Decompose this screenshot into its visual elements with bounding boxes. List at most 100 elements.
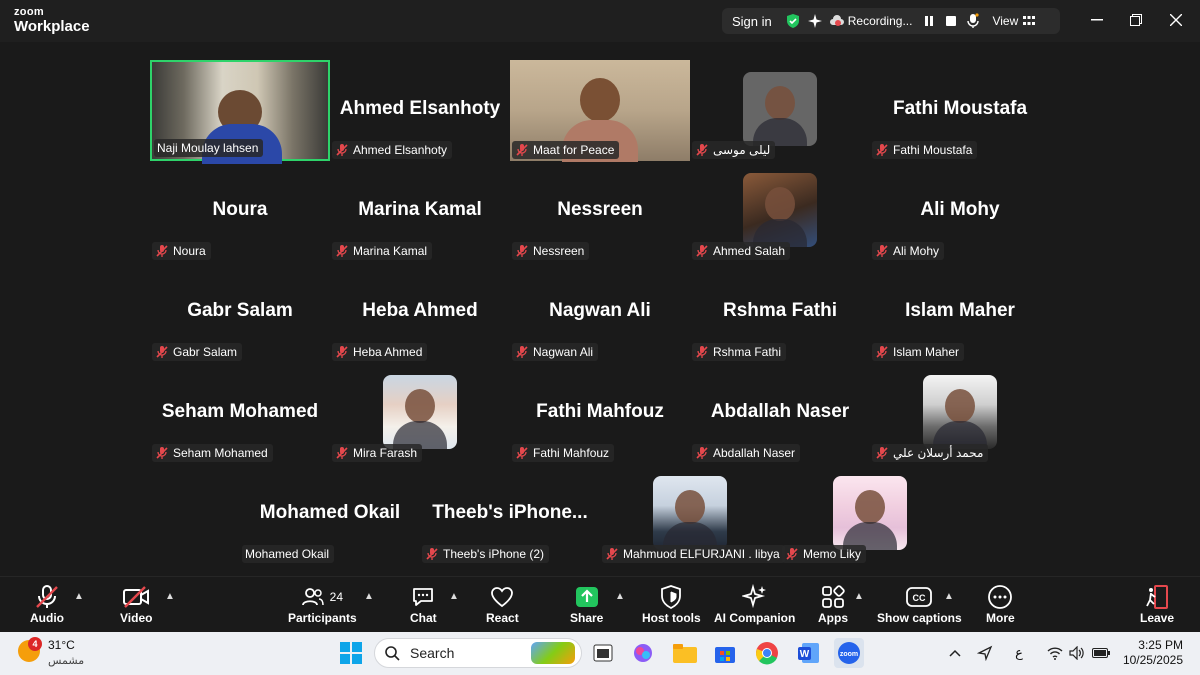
sign-in-button[interactable]: Sign in [722, 14, 782, 29]
restore-icon[interactable] [1128, 12, 1144, 28]
location-icon[interactable] [970, 638, 1000, 668]
participant-name: Mahmuod ELFURJANI . libya [623, 547, 780, 561]
windows-start-icon[interactable] [336, 638, 366, 668]
participant-tile[interactable]: Ahmed Elsanhoty Ahmed Elsanhoty [330, 60, 510, 161]
participant-display-name: Gabr Salam [187, 300, 293, 321]
chat-options-caret[interactable]: ▲ [449, 591, 459, 602]
participant-tile[interactable]: ليلى موسى [690, 60, 870, 161]
minimize-icon[interactable] [1089, 12, 1105, 28]
copilot-icon[interactable] [628, 638, 658, 668]
ai-sparkle-icon[interactable] [804, 13, 826, 29]
close-icon[interactable] [1168, 12, 1184, 28]
heart-icon [490, 583, 514, 611]
apps-icon [821, 583, 845, 611]
audio-options-caret[interactable]: ▲ [74, 591, 84, 602]
mic-muted-icon [335, 143, 349, 157]
participant-display-name: Abdallah Naser [710, 401, 850, 422]
weather-temperature[interactable]: 31°C [48, 638, 75, 652]
grid-view-icon[interactable] [1018, 16, 1040, 26]
participant-tile[interactable]: Abdallah Naser Abdallah Naser [690, 363, 870, 464]
host-tools-button[interactable]: Host tools [642, 583, 701, 625]
word-icon[interactable]: W [794, 638, 824, 668]
input-language[interactable]: ع [1004, 638, 1034, 668]
system-clock[interactable]: 3:25 PM 10/25/2025 [1123, 638, 1183, 668]
view-button[interactable]: View [992, 14, 1018, 28]
participant-tile[interactable]: Fathi Moustafa Fathi Moustafa [870, 60, 1050, 161]
participant-tile[interactable]: Fathi Mahfouz Fathi Mahfouz [510, 363, 690, 464]
participant-tile[interactable]: Nessreen Nessreen [510, 161, 690, 262]
react-button[interactable]: React [486, 583, 519, 625]
participant-tile[interactable]: Noura Noura [150, 161, 330, 262]
chat-button[interactable]: Chat [410, 583, 437, 625]
participant-tile[interactable]: Ali Mohy Ali Mohy [870, 161, 1050, 262]
participant-name-tag: Mohamed Okail [242, 545, 335, 563]
mic-muted-icon [875, 345, 889, 359]
participant-tile[interactable]: Heba Ahmed Heba Ahmed [330, 262, 510, 363]
shield-check-icon[interactable] [782, 13, 804, 29]
participant-tile[interactable]: محمد أرسلان علي [870, 363, 1050, 464]
chrome-icon[interactable] [752, 638, 782, 668]
participant-name-tag: Ahmed Elsanhoty [332, 141, 453, 159]
participant-tile[interactable]: Rshma Fathi Rshma Fathi [690, 262, 870, 363]
battery-icon[interactable] [1086, 638, 1116, 668]
participant-name-tag: Fathi Mahfouz [512, 444, 615, 462]
captions-options-caret[interactable]: ▲ [944, 591, 954, 602]
more-button[interactable]: More [986, 583, 1015, 625]
audio-button[interactable]: Audio [30, 583, 64, 625]
participants-button[interactable]: 24 Participants [288, 583, 357, 625]
pause-recording-icon[interactable] [918, 15, 940, 27]
participant-display-name: Fathi Moustafa [892, 98, 1028, 119]
profile-picture [743, 173, 817, 247]
share-label: Share [570, 611, 604, 625]
profile-picture [653, 476, 727, 550]
participant-tile[interactable]: Gabr Salam Gabr Salam [150, 262, 330, 363]
participant-tile[interactable]: Mahmuod ELFURJANI . libya [600, 464, 785, 565]
participant-name: Seham Mohamed [173, 446, 268, 460]
participant-tile[interactable]: Nagwan Ali Nagwan Ali [510, 262, 690, 363]
apps-button[interactable]: Apps [818, 583, 848, 625]
file-explorer-icon[interactable] [670, 638, 700, 668]
video-button[interactable]: Video [120, 583, 152, 625]
task-view-icon[interactable] [588, 638, 618, 668]
participant-tile[interactable]: Memo Liky [780, 464, 960, 565]
participants-options-caret[interactable]: ▲ [364, 591, 374, 602]
participant-tile[interactable]: Marina Kamal Marina Kamal [330, 161, 510, 262]
participant-tile[interactable]: Maat for Peace [510, 60, 690, 162]
participant-name: Nagwan Ali [533, 345, 594, 359]
search-placeholder: Search [410, 645, 455, 661]
microsoft-store-icon[interactable] [710, 638, 740, 668]
mic-muted-icon [335, 244, 349, 258]
participant-name: Ahmed Salah [713, 244, 786, 258]
mic-muted-icon [605, 547, 619, 561]
leave-button[interactable]: Leave [1140, 583, 1174, 625]
apps-label: Apps [818, 611, 848, 625]
zoom-app-icon[interactable]: zoom [834, 638, 864, 668]
participant-name: Ali Mohy [893, 244, 940, 258]
show-hidden-icons-chevron[interactable] [940, 638, 970, 668]
mic-muted-icon [335, 345, 349, 359]
participant-tile[interactable]: Ahmed Salah [690, 161, 870, 262]
participant-tile[interactable]: Theeb's iPhone... Theeb's iPhone (2) [420, 464, 600, 565]
audio-connected-icon[interactable] [962, 13, 984, 29]
ai-companion-button[interactable]: AI Companion [714, 583, 795, 625]
participant-tile[interactable]: Naji Moulay lahsen [150, 60, 330, 164]
participant-name-tag: Noura [152, 242, 211, 260]
participant-tile[interactable]: Mira Farash [330, 363, 510, 464]
svg-text:W: W [800, 649, 810, 660]
video-options-caret[interactable]: ▲ [165, 591, 175, 602]
shield-icon [660, 583, 682, 611]
participant-tile[interactable]: Islam Maher Islam Maher [870, 262, 1050, 363]
apps-options-caret[interactable]: ▲ [854, 591, 864, 602]
share-button[interactable]: Share [570, 583, 603, 625]
participant-name-tag: Seham Mohamed [152, 444, 273, 462]
svg-text:CC: CC [913, 593, 926, 603]
share-options-caret[interactable]: ▲ [615, 591, 625, 602]
taskbar-search[interactable]: Search [374, 638, 582, 668]
stop-recording-icon[interactable] [940, 16, 962, 26]
participant-tile[interactable]: Seham Mohamed Seham Mohamed [150, 363, 330, 464]
show-captions-button[interactable]: CC Show captions [877, 583, 962, 625]
participant-display-name: Mohamed Okail [259, 502, 401, 523]
show-captions-label: Show captions [877, 611, 962, 625]
participant-tile[interactable]: Mohamed Okail Mohamed Okail [240, 464, 420, 565]
participant-name: Heba Ahmed [353, 345, 423, 359]
